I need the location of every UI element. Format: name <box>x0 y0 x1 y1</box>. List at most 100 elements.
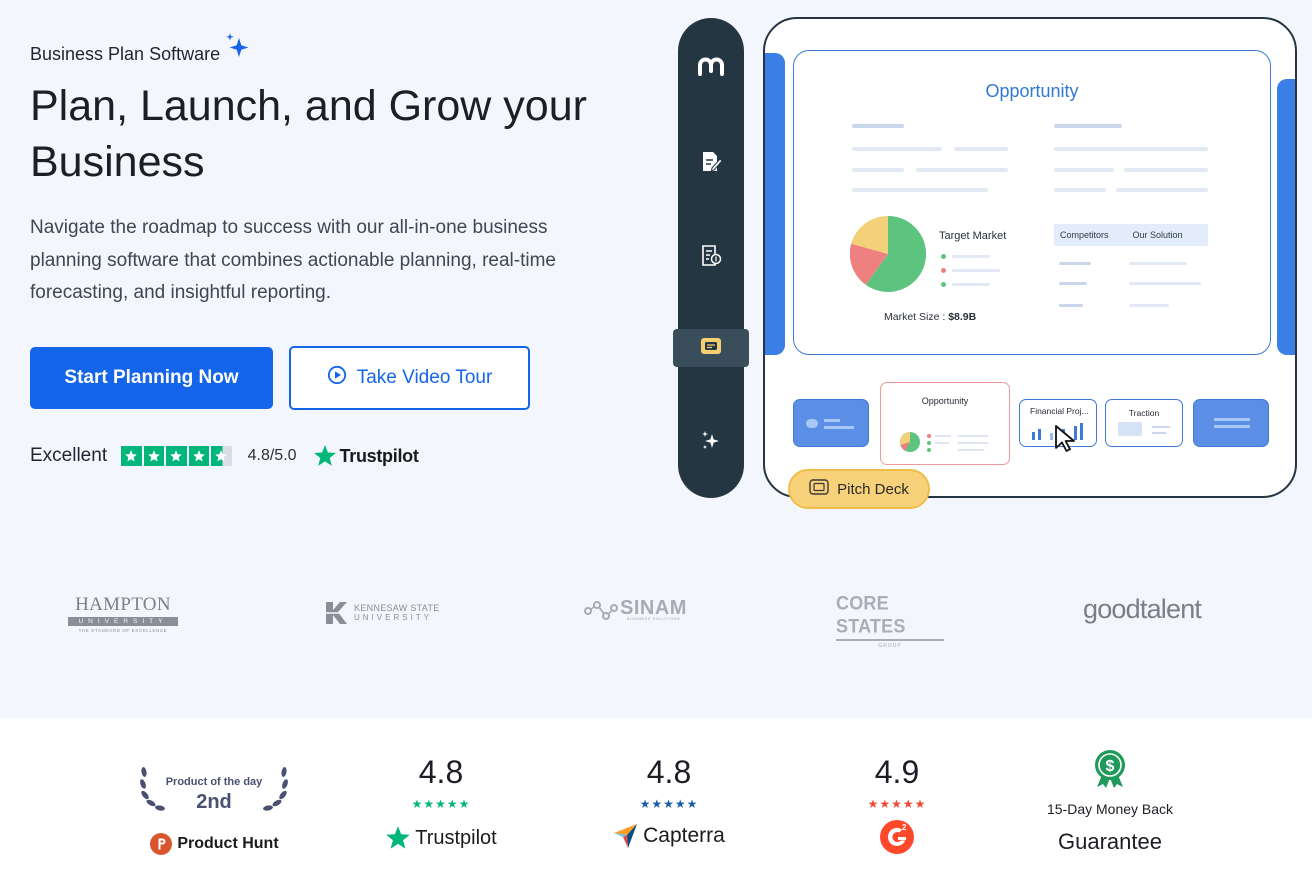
edit-document-icon[interactable] <box>678 150 744 174</box>
trustpilot-score: 4.8 <box>418 754 464 790</box>
start-planning-label: Start Planning Now <box>64 367 239 388</box>
prev-slide-edge <box>765 53 785 355</box>
g2-brand: 2 <box>797 819 997 855</box>
sparkle-icon <box>222 32 252 67</box>
capterra-brand-text: Capterra <box>643 824 725 847</box>
placeholder-line <box>1059 282 1087 285</box>
star-icon <box>166 445 187 467</box>
trustpilot-brand: Trustpilot <box>341 825 541 851</box>
g2-award: 4.9 ★★★★★ 2 <box>797 718 997 855</box>
market-size: Market Size : $8.9B <box>884 311 976 323</box>
target-market-label: Target Market <box>939 230 1007 242</box>
trustpilot-award: 4.8 ★★★★★ Trustpilot <box>341 718 541 851</box>
market-size-label: Market Size : <box>884 311 949 323</box>
g2-stars-icon: ★★★★★ <box>867 797 927 811</box>
guarantee-line1: 15-Day Money Back <box>1046 801 1174 817</box>
legend-dot <box>941 268 946 273</box>
play-circle-icon <box>327 365 347 391</box>
svg-text:$: $ <box>1106 758 1115 775</box>
placeholder-line <box>952 269 1000 272</box>
market-pie-chart <box>850 216 926 292</box>
money-back-guarantee: $ 15-Day Money Back Guarantee <box>1010 718 1210 855</box>
trustpilot-stars-icon: ★★★★★ <box>411 797 471 811</box>
video-tour-button[interactable]: Take Video Tour <box>289 346 530 410</box>
guarantee-badge-icon: $ <box>1010 749 1210 789</box>
pitch-deck-tag-icon <box>809 479 829 499</box>
kennesaw-line1: KENNESAW STATE <box>354 603 440 613</box>
rating-score: 4.8/5.0 <box>247 447 297 464</box>
placeholder-line <box>1059 304 1083 307</box>
g2-score: 4.9 <box>874 754 920 790</box>
trustpilot-star-icon <box>386 826 411 849</box>
product-hunt-brand: Product Hunt <box>114 832 314 856</box>
placeholder-line <box>1054 147 1208 151</box>
capterra-arrow-icon <box>614 824 638 848</box>
product-hunt-icon <box>150 833 173 855</box>
trustpilot-logo: Trustpilot <box>313 444 419 468</box>
rating-label: Excellent <box>30 445 108 466</box>
kennesaw-line2: UNIVERSITY <box>354 613 433 622</box>
video-tour-label: Take Video Tour <box>356 367 493 388</box>
product-hunt-brand-text: Product Hunt <box>177 835 279 852</box>
placeholder-line <box>852 188 988 192</box>
thumb-opportunity-label: Opportunity <box>921 396 969 406</box>
competitors-table-header: Competitors Our Solution <box>1054 224 1208 246</box>
pitch-deck-tag: Pitch Deck <box>788 469 930 509</box>
goodtalent-logo: goodtalent <box>1083 594 1202 625</box>
capterra-stars-icon: ★★★★★ <box>639 797 699 811</box>
legend-dot <box>941 282 946 287</box>
hampton-university-logo: HAMPTON UNIVERSITY THE STANDARD OF EXCEL… <box>68 594 178 633</box>
core-states-logo: CORE STATES GROUP <box>836 591 944 649</box>
app-preview-frame: Opportunity Target Market Market Size : … <box>763 17 1297 498</box>
product-hunt-title: Product of the day <box>165 776 263 788</box>
capterra-score: 4.8 <box>646 754 692 790</box>
placeholder-line <box>954 147 1008 151</box>
thumbnail-financial[interactable]: Financial Proj... <box>1019 399 1097 452</box>
pitch-deck-nav-item[interactable] <box>673 329 749 367</box>
trustpilot-star-icon <box>313 445 336 466</box>
sparkle-ai-icon[interactable] <box>678 430 744 452</box>
thumbnail-traction[interactable]: Traction <box>1105 399 1183 447</box>
slide-title: Opportunity <box>985 81 1079 101</box>
financial-document-icon[interactable] <box>678 244 744 268</box>
thumb-financial-label: Financial Proj... <box>1030 406 1089 416</box>
hampton-name: HAMPTON <box>75 594 171 615</box>
thumbnail-opportunity[interactable]: Opportunity <box>880 382 1010 465</box>
placeholder-line <box>1129 282 1201 285</box>
sinam-sub: BUSINESS SOLUTIONS <box>626 616 681 621</box>
star-icon <box>143 445 165 467</box>
core-states-name: CORE STATES <box>836 591 906 637</box>
hampton-tagline: THE STANDARD OF EXCELLENCE <box>78 628 168 633</box>
market-size-value: $8.9B <box>948 311 977 323</box>
placeholder-line <box>852 168 904 172</box>
awards-strip: Product of the day 2nd Product Hunt 4.8 … <box>0 718 1312 874</box>
trustpilot-brand-text: Trustpilot <box>339 445 419 466</box>
kennesaw-state-logo: KENNESAW STATE UNIVERSITY <box>322 599 440 627</box>
placeholder-line <box>1124 168 1208 172</box>
trustpilot-rating[interactable]: Excellent 4.8/5.0 Trustpilot <box>30 444 419 468</box>
thumbnail-slide[interactable] <box>793 399 869 447</box>
guarantee-line2: Guarantee <box>1058 829 1162 854</box>
star-icon <box>188 445 210 467</box>
capterra-award: 4.8 ★★★★★ Capterra <box>569 718 769 849</box>
our-solution-label: Our Solution <box>1132 230 1183 240</box>
hero-subheadline: Navigate the roadmap to success with our… <box>30 217 556 303</box>
thumb-traction-label: Traction <box>1128 408 1160 418</box>
core-states-sub: GROUP <box>878 643 902 649</box>
product-hunt-rank: 2nd <box>196 791 232 813</box>
cursor-icon <box>1055 425 1075 452</box>
capterra-brand: Capterra <box>569 823 769 849</box>
goodtalent-name: goodtalent <box>1083 594 1202 624</box>
placeholder-line <box>916 168 1008 172</box>
rating-stars <box>121 445 232 467</box>
star-icon <box>121 445 142 467</box>
thumbnail-slide[interactable] <box>1193 399 1269 447</box>
half-star-icon <box>211 445 232 467</box>
placeholder-line <box>1116 188 1208 192</box>
kennesaw-ks-icon <box>324 602 348 624</box>
placeholder-line <box>1129 262 1187 265</box>
start-planning-button[interactable]: Start Planning Now <box>30 347 273 409</box>
app-logo-icon[interactable] <box>678 54 744 80</box>
page-title: Plan, Launch, and Grow your Business <box>30 82 587 186</box>
legend-dot <box>941 254 946 259</box>
